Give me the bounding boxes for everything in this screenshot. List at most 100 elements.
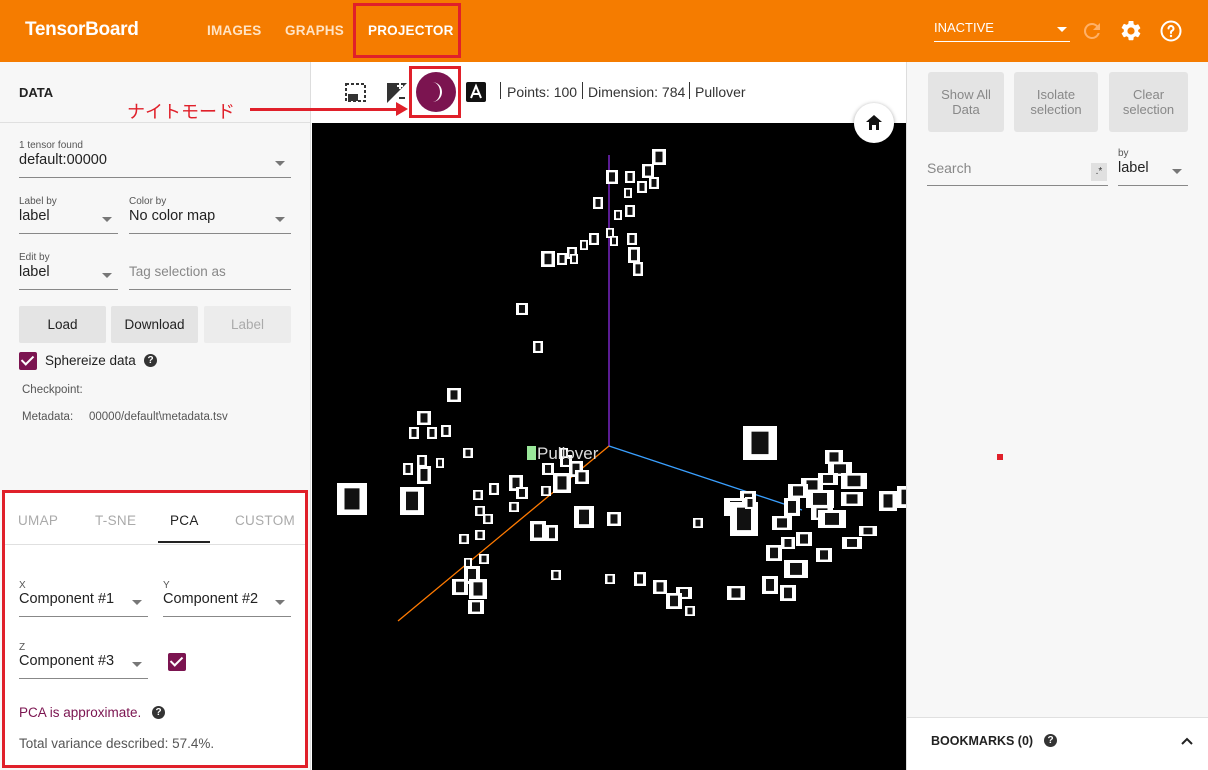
- edit-by-select[interactable]: label: [19, 264, 118, 290]
- thumbnail-glyph: [612, 237, 616, 245]
- bookmarks-panel[interactable]: BOOKMARKS (0) ?: [907, 717, 1208, 770]
- thumbnail-glyph: [429, 429, 435, 437]
- thumbnail-glyph: [511, 503, 517, 511]
- thumbnail-glyph: [419, 457, 425, 465]
- selected-label: Pullover: [695, 84, 746, 100]
- search-by-select[interactable]: label: [1118, 160, 1188, 186]
- z-component-select[interactable]: Component #3: [19, 653, 148, 679]
- thumbnail-glyph: [553, 571, 559, 579]
- divider: [500, 82, 501, 99]
- search-input[interactable]: Search: [927, 160, 1108, 186]
- isolate-selection-button[interactable]: Isolate selection: [1014, 72, 1098, 132]
- help-icon[interactable]: ?: [152, 706, 165, 719]
- label-by-select[interactable]: label: [19, 208, 118, 234]
- metadata-path: 00000/default\metadata.tsv: [89, 411, 228, 423]
- tab-images[interactable]: IMAGES: [207, 23, 261, 38]
- y-component-select[interactable]: Component #2: [163, 591, 291, 617]
- reset-view-button[interactable]: [854, 103, 894, 143]
- points-count: Points: 100: [507, 84, 578, 100]
- tab-umap[interactable]: UMAP: [18, 513, 58, 528]
- thumbnail-glyph: [788, 501, 796, 513]
- color-by-value: No color map: [129, 208, 216, 224]
- z-enabled-checkbox[interactable]: [168, 653, 186, 671]
- thumbnail-glyph: [790, 563, 802, 575]
- z-axis-label: Z: [19, 642, 26, 653]
- tab-pca[interactable]: PCA: [170, 513, 199, 528]
- thumbnail-glyph: [477, 507, 483, 515]
- select-region-icon[interactable]: [344, 82, 368, 104]
- pca-approx-note: PCA is approximate.: [19, 705, 142, 720]
- annotation-arrow: [250, 108, 398, 111]
- thumbnail-glyph: [534, 524, 542, 538]
- chevron-down-icon: [1172, 169, 1182, 174]
- chevron-down-icon: [275, 600, 285, 605]
- thumbnail-glyph: [655, 151, 663, 163]
- thumbnail-glyph: [610, 514, 618, 524]
- help-icon[interactable]: ?: [1044, 734, 1057, 747]
- tab-tsne[interactable]: T-SNE: [95, 513, 136, 528]
- scatter-plot[interactable]: Pullover: [312, 123, 906, 770]
- tag-selection-input[interactable]: Tag selection as: [129, 264, 291, 290]
- clear-line2: selection: [1122, 102, 1175, 117]
- clear-selection-button[interactable]: Clear selection: [1109, 72, 1188, 132]
- help-icon[interactable]: ?: [144, 354, 157, 367]
- thumbnail-glyph: [629, 235, 635, 243]
- divider: [582, 82, 583, 99]
- thumbnail-glyph: [627, 207, 633, 215]
- dimension-count: Dimension: 784: [588, 84, 686, 100]
- label-toggle-icon[interactable]: [466, 82, 486, 102]
- projection-canvas[interactable]: Pullover: [312, 123, 906, 770]
- active-tab-indicator: [158, 541, 210, 543]
- thumbnail-glyph: [635, 264, 641, 274]
- thumbnail-glyph: [578, 472, 586, 482]
- show-all-line2: Data: [952, 102, 980, 117]
- tensor-select-value: default:00000: [19, 152, 107, 168]
- thumbnail-glyph: [543, 487, 549, 495]
- selected-point-marker: [527, 446, 536, 460]
- chevron-down-icon: [102, 273, 112, 278]
- label-button[interactable]: Label: [204, 306, 291, 343]
- sphereize-label: Sphereize data: [45, 353, 136, 368]
- thumbnail-glyph: [582, 241, 586, 249]
- tab-custom[interactable]: CUSTOM: [235, 513, 295, 528]
- thumbnail-glyph: [656, 582, 664, 592]
- clear-line1: Clear: [1132, 87, 1165, 102]
- show-all-data-button[interactable]: Show All Data: [928, 72, 1004, 132]
- refresh-icon[interactable]: [1080, 19, 1104, 43]
- isolate-line1: Isolate: [1036, 87, 1076, 102]
- thumbnail-glyph: [545, 465, 551, 473]
- chevron-down-icon: [132, 600, 142, 605]
- tensor-select[interactable]: default:00000: [19, 152, 291, 178]
- thumbnail-glyph: [595, 199, 601, 207]
- thumbnail-glyph: [405, 465, 411, 473]
- run-select[interactable]: INACTIVE: [934, 20, 1070, 42]
- search-placeholder: Search: [927, 160, 972, 176]
- thumbnail-glyph: [406, 491, 418, 511]
- chevron-down-icon: [1057, 27, 1067, 32]
- x-component-select[interactable]: Component #1: [19, 591, 148, 617]
- load-button[interactable]: Load: [19, 306, 106, 343]
- chevron-up-icon[interactable]: [1181, 736, 1193, 746]
- sphereize-checkbox[interactable]: [19, 352, 37, 370]
- thumbnail-glyph: [766, 579, 774, 591]
- color-by-select[interactable]: No color map: [129, 208, 291, 234]
- thumbnail-glyph: [846, 494, 858, 504]
- thumbnail-glyph: [420, 469, 428, 481]
- color-by-label: Color by: [129, 196, 167, 207]
- thumbnail-glyph: [608, 229, 612, 237]
- help-icon[interactable]: [1159, 19, 1183, 43]
- thumbnail-glyph: [651, 179, 657, 187]
- top-app-bar: TensorBoard IMAGES GRAPHS PROJECTOR INAC…: [0, 0, 1208, 62]
- tab-graphs[interactable]: GRAPHS: [285, 23, 344, 38]
- download-button[interactable]: Download: [111, 306, 198, 343]
- thumbnail-glyph: [777, 518, 787, 528]
- edit-selection-icon[interactable]: [386, 82, 408, 104]
- regex-toggle[interactable]: .*: [1091, 163, 1107, 181]
- settings-icon[interactable]: [1119, 19, 1143, 43]
- tag-selection-placeholder: Tag selection as: [129, 264, 226, 279]
- chevron-down-icon: [132, 662, 142, 667]
- thumbnail-glyph: [519, 489, 525, 497]
- x-axis-label: X: [19, 580, 26, 591]
- thumbnail-glyph: [443, 427, 449, 435]
- thumbnail-glyph: [512, 477, 520, 489]
